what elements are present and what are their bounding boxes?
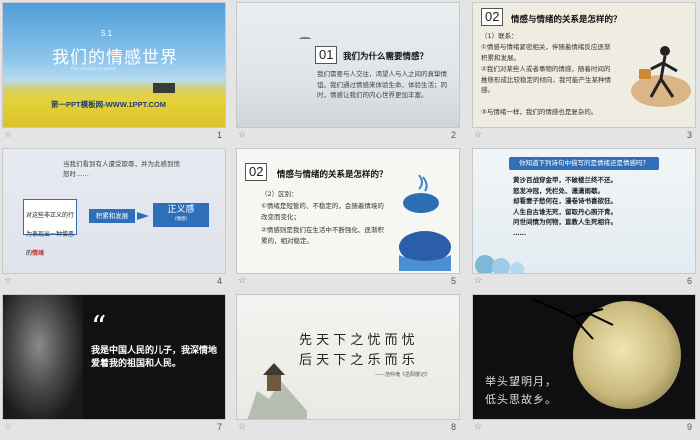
- slide-3-item-3: ②我们对某些人或者事物的情感，随着时间的推移形成比较稳定的倾向，我可能产生某种情…: [481, 65, 611, 94]
- running-people-image: [621, 41, 691, 111]
- slide-3-item-2: ①情感与情绪紧密相关，伴随着情绪反应逐渐积累和发展。: [481, 43, 611, 62]
- poem-4: 人生自古谁无死，留取丹心照汗青。: [513, 207, 617, 216]
- justice-small: （情感）: [172, 217, 190, 222]
- slide-1-footer: 第一PPT模板网-WWW.1PPT.COM: [51, 100, 166, 109]
- slide-sorter-grid: 5.1 我们的情感世界 Our emotions world 第一PPT模板网-…: [0, 0, 700, 438]
- slide-number: 5: [450, 276, 456, 286]
- slide-3-item-4: ③与情绪一样，我们的情感也是复杂的。: [481, 108, 598, 116]
- slide-5-item-3: ②情感则是我们在生活中不断强化、逐渐积累的，相对稳定。: [261, 226, 384, 245]
- slide-1-subtitle: Our emotions world: [71, 67, 116, 72]
- slide-5-item-2: ①情绪是短暂的、不稳定的，会随着情境的改变而变化；: [261, 202, 384, 221]
- slide-1-canvas: 5.1 我们的情感世界 Our emotions world 第一PPT模板网-…: [2, 2, 226, 128]
- slide-thumbnail-2[interactable]: 01 我们为什么需要情感？ 我们需要与人交往，渴望人与人之间的真挚情谊。我们通过…: [236, 2, 460, 148]
- slide-9-line-1: 举头望明月，: [485, 375, 557, 388]
- whale-image: [389, 174, 459, 271]
- slide-5-canvas: 02 情感与情绪的关系是怎样的？ （2）区别： ①情绪是短暂的、不稳定的，会随着…: [236, 148, 460, 274]
- slide-thumbnail-1[interactable]: 5.1 我们的情感世界 Our emotions world 第一PPT模板网-…: [2, 2, 226, 148]
- slide-6-question: 你知道下列诗句中描写的是情绪还是情感吗？: [509, 157, 659, 170]
- slide-8-line-1: 先 天 下 之 忧 而 忧: [299, 333, 415, 348]
- slide-3-item-1: （1）联系：: [481, 32, 518, 40]
- slide-thumbnail-6[interactable]: 你知道下列诗句中描写的是情绪还是情感吗？ 黄沙百战穿金甲，不破楼兰终不还。 怒发…: [472, 148, 696, 294]
- slide-number: 7: [216, 422, 222, 432]
- slide-9-canvas: 举头望明月， 低头思故乡。: [472, 294, 696, 420]
- slide-1-title-number: 5.1: [101, 29, 113, 38]
- slide-2-body: 我们需要与人交往，渴望人与人之间的真挚情谊。我们通过情感来体验生命、体验生活；同…: [317, 70, 447, 99]
- slide-2-heading: 我们为什么需要情感？: [343, 52, 429, 62]
- poem-3: 却看妻子愁何在，漫卷诗书喜欲狂。: [513, 197, 617, 205]
- slide-thumbnail-5[interactable]: 02 情感与情绪的关系是怎样的？ （2）区别： ①情绪是短暂的、不稳定的，会随着…: [236, 148, 460, 294]
- slide-3-heading: 情感与情绪的关系是怎样的？: [511, 15, 622, 25]
- slide-9-line-2: 低头思故乡。: [485, 393, 557, 406]
- slide-4-canvas: 当我们看到有人遭受欺辱，并为此感到愤怒时…… 对这些非正义的行为表现出一种憎恶的…: [2, 148, 226, 274]
- slide-thumbnail-3[interactable]: 02 情感与情绪的关系是怎样的？ （1）联系： ①情感与情绪紧密相关，伴随着情绪…: [472, 2, 696, 148]
- slide-5-heading: 情感与情绪的关系是怎样的？: [277, 170, 388, 180]
- bird-icon: [299, 37, 311, 41]
- branch-silhouette: [532, 295, 633, 355]
- slide-number: 1: [216, 130, 222, 140]
- star-icon[interactable]: ☆: [474, 276, 482, 286]
- slide-number: 6: [686, 276, 692, 286]
- tower-image: [247, 351, 307, 419]
- slide-8-line-2: 后 天 下 之 乐 而 乐: [299, 353, 415, 368]
- star-icon[interactable]: ☆: [474, 422, 482, 432]
- star-icon[interactable]: ☆: [238, 276, 246, 286]
- accumulate-box: 积累和发展: [89, 209, 135, 223]
- slide-number: 2: [450, 130, 456, 140]
- slide-thumbnail-7[interactable]: “ 我是中国人民的儿子，我深情地爱着我的祖国和人民。 ☆ 7: [2, 294, 226, 440]
- slide-6-canvas: 你知道下列诗句中描写的是情绪还是情感吗？ 黄沙百战穿金甲，不破楼兰终不还。 怒发…: [472, 148, 696, 274]
- slide-number: 8: [450, 422, 456, 432]
- slide-2-canvas: 01 我们为什么需要情感？ 我们需要与人交往，渴望人与人之间的真挚情谊。我们通过…: [236, 2, 460, 128]
- justice-label: 正义感: [167, 205, 195, 215]
- star-icon[interactable]: ☆: [4, 422, 12, 432]
- emotion-highlight: 情绪: [32, 250, 45, 257]
- section-badge-02: 02: [481, 8, 504, 26]
- star-icon[interactable]: ☆: [4, 276, 12, 286]
- poem-6: ……: [513, 228, 526, 237]
- star-icon[interactable]: ☆: [474, 130, 482, 140]
- slide-number: 3: [686, 130, 692, 140]
- star-icon[interactable]: ☆: [238, 422, 246, 432]
- slide-7-canvas: “ 我是中国人民的儿子，我深情地爱着我的祖国和人民。: [2, 294, 226, 420]
- justice-box: 正义感 （情感）: [153, 203, 209, 227]
- slide-number: 4: [216, 276, 222, 286]
- star-icon[interactable]: ☆: [238, 130, 246, 140]
- poem-1: 黄沙百战穿金甲，不破楼兰终不还。: [513, 176, 617, 184]
- section-badge-01: 01: [315, 46, 338, 64]
- portrait-image: [3, 295, 83, 419]
- slide-1-title: 我们的情感世界: [52, 48, 178, 68]
- slide-3-canvas: 02 情感与情绪的关系是怎样的？ （1）联系： ①情感与情绪紧密相关，伴随着情绪…: [472, 2, 696, 128]
- cloud-decoration: [473, 245, 533, 273]
- arrow-right-icon: [137, 212, 149, 220]
- slide-thumbnail-9[interactable]: 举头望明月， 低头思故乡。 ☆ 9: [472, 294, 696, 440]
- slide-8-canvas: 先 天 下 之 忧 而 忧 后 天 下 之 乐 而 乐 ——范仲淹《岳阳楼记》: [236, 294, 460, 420]
- slide-7-quote: 我是中国人民的儿子，我深情地爱着我的祖国和人民。: [91, 346, 218, 369]
- poem-5: 问世间情为何物，直教人生死相许。: [513, 218, 617, 226]
- slide-5-item-1: （2）区别：: [261, 190, 298, 198]
- star-icon[interactable]: ☆: [4, 130, 12, 140]
- section-badge-02: 02: [245, 163, 268, 181]
- poem-list: 黄沙百战穿金甲，不破楼兰终不还。 怒发冲冠，凭栏处、潇潇雨歇。 却看妻子愁何在，…: [513, 175, 663, 238]
- house-image: [153, 83, 175, 93]
- slide-8-attribution: ——范仲淹《岳阳楼记》: [375, 372, 431, 378]
- emotion-box: 对这些非正义的行为表现出一种憎恶的情绪: [23, 199, 77, 257]
- quote-mark: “: [91, 310, 107, 345]
- slide-thumbnail-8[interactable]: 先 天 下 之 忧 而 忧 后 天 下 之 乐 而 乐 ——范仲淹《岳阳楼记》 …: [236, 294, 460, 440]
- slide-thumbnail-4[interactable]: 当我们看到有人遭受欺辱，并为此感到愤怒时…… 对这些非正义的行为表现出一种憎恶的…: [2, 148, 226, 294]
- slide-4-quote: 当我们看到有人遭受欺辱，并为此感到愤怒时……: [63, 160, 180, 178]
- poem-2: 怒发冲冠，凭栏处、潇潇雨歇。: [513, 186, 604, 195]
- slide-number: 9: [686, 422, 692, 432]
